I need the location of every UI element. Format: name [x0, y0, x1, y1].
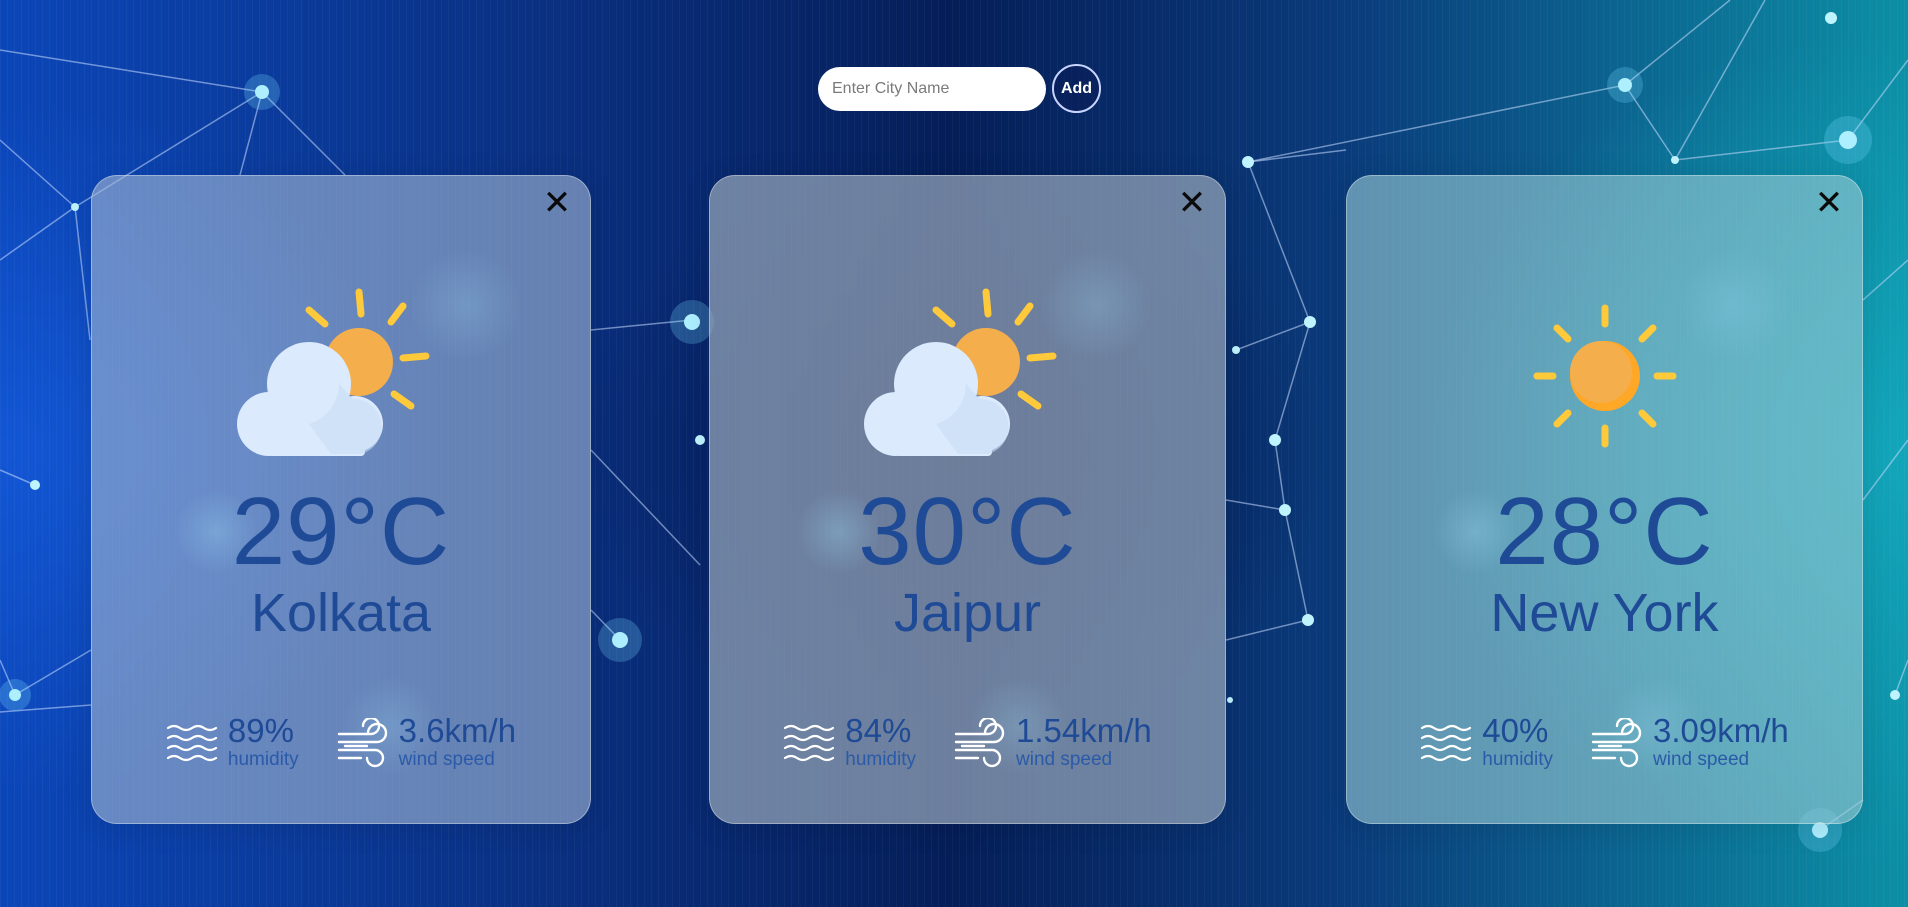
- city-name: New York: [1490, 583, 1719, 643]
- close-card-button[interactable]: ✕: [540, 186, 574, 220]
- humidity-waves-icon: [166, 724, 218, 762]
- wind-stat: 3.09km/h wind speed: [1591, 714, 1789, 772]
- humidity-label: humidity: [1482, 749, 1553, 770]
- close-card-button[interactable]: ✕: [1175, 186, 1209, 220]
- wind-speed-value: 1.54km/h: [1016, 712, 1152, 749]
- humidity-waves-icon: [1421, 724, 1472, 762]
- temperature: 30°C: [858, 478, 1077, 585]
- close-card-button[interactable]: ✕: [1812, 186, 1846, 220]
- humidity-value: 40%: [1482, 712, 1549, 749]
- wind-speed-label: wind speed: [1016, 749, 1113, 770]
- search-bar: Add: [818, 64, 1101, 113]
- humidity-stat: 89% humidity: [166, 714, 299, 772]
- humidity-stat: 84% humidity: [783, 714, 916, 772]
- weather-stats: 89% humidity 3.6km/h wind speed: [92, 714, 590, 772]
- city-name-input[interactable]: [818, 66, 1046, 111]
- wind-icon: [954, 718, 1005, 768]
- wind-icon: [1591, 718, 1642, 768]
- humidity-label: humidity: [227, 749, 299, 770]
- weather-card-jaipur: ✕ 30°C Jaipur 84% humidity 1.54km/h wind…: [709, 175, 1226, 824]
- wind-speed-value: 3.09km/h: [1653, 712, 1789, 749]
- wind-stat: 1.54km/h wind speed: [954, 714, 1152, 772]
- wind-speed-value: 3.6km/h: [398, 712, 517, 749]
- humidity-waves-icon: [784, 724, 835, 762]
- humidity-label: humidity: [845, 749, 916, 770]
- humidity-value: 84%: [845, 712, 912, 749]
- weather-stats: 40% humidity 3.09km/h wind speed: [1347, 714, 1862, 772]
- city-name: Jaipur: [893, 583, 1042, 643]
- add-city-button[interactable]: Add: [1052, 64, 1101, 113]
- weather-card-kolkata: ✕ 29°C Kolkata 89% humidity 3.6km/h wind…: [91, 175, 591, 824]
- humidity-stat: 40% humidity: [1420, 714, 1553, 772]
- wind-speed-label: wind speed: [398, 749, 495, 770]
- sun-icon: [1533, 304, 1676, 448]
- wind-speed-label: wind speed: [1653, 749, 1750, 770]
- weather-card-new-york: ✕ 28°C New York 40% humidity 3.09km/h wi…: [1346, 175, 1863, 824]
- sun-behind-cloud-icon: [863, 288, 1056, 456]
- humidity-value: 89%: [227, 712, 294, 749]
- weather-stats: 84% humidity 1.54km/h wind speed: [710, 714, 1225, 772]
- city-name: Kolkata: [250, 583, 432, 643]
- temperature: 29°C: [231, 478, 451, 585]
- sun-behind-cloud-icon: [237, 288, 430, 456]
- wind-stat: 3.6km/h wind speed: [337, 714, 516, 772]
- wind-icon: [337, 718, 387, 768]
- temperature: 28°C: [1495, 478, 1714, 585]
